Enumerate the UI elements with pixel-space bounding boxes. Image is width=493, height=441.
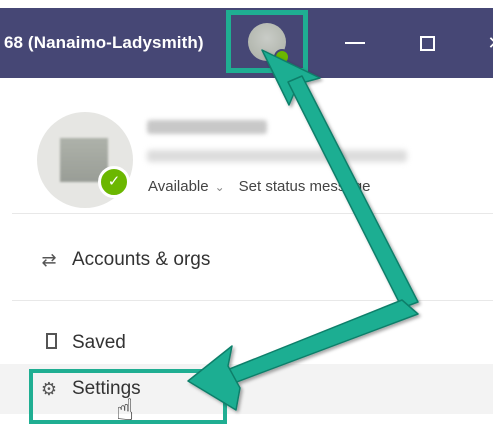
status-dropdown[interactable]: Available [148,178,209,195]
divider [12,213,493,214]
top-strip [0,0,493,8]
title-bar: 68 (Nanaimo-Ladysmith) ✕ [0,8,493,78]
window-title: 68 (Nanaimo-Ladysmith) [4,33,204,52]
close-icon: ✕ [487,33,493,54]
menu-item-saved[interactable]: Saved [0,318,493,368]
minimize-button[interactable] [338,28,372,58]
set-status-message-link[interactable]: Set status message [239,178,371,195]
hand-cursor-icon: ☝ [116,394,135,427]
blurred-name [147,120,267,134]
divider [12,300,493,301]
menu-item-label: Accounts & orgs [72,249,211,270]
bookmark-icon [36,332,62,354]
presence-available-icon [274,48,290,65]
menu-item-accounts-orgs[interactable]: ⇄ Accounts & orgs [0,235,493,285]
profile-avatar-button[interactable] [226,10,308,73]
presence-check-icon: ✓ [98,166,130,198]
maximize-button[interactable] [410,28,444,58]
minimize-icon [345,42,365,44]
close-button[interactable]: ✕ [478,28,493,58]
maximize-icon [419,35,435,51]
switch-accounts-icon: ⇄ [41,249,57,270]
profile-menu-panel: ✓ Available ⌄ Set status message ⇄ Account… [0,78,493,441]
blurred-email [147,150,407,162]
chevron-down-icon[interactable]: ⌄ [215,180,225,194]
avatar [248,22,290,65]
status-row: Available ⌄ Set status message [148,178,370,195]
menu-item-label: Saved [72,332,126,353]
